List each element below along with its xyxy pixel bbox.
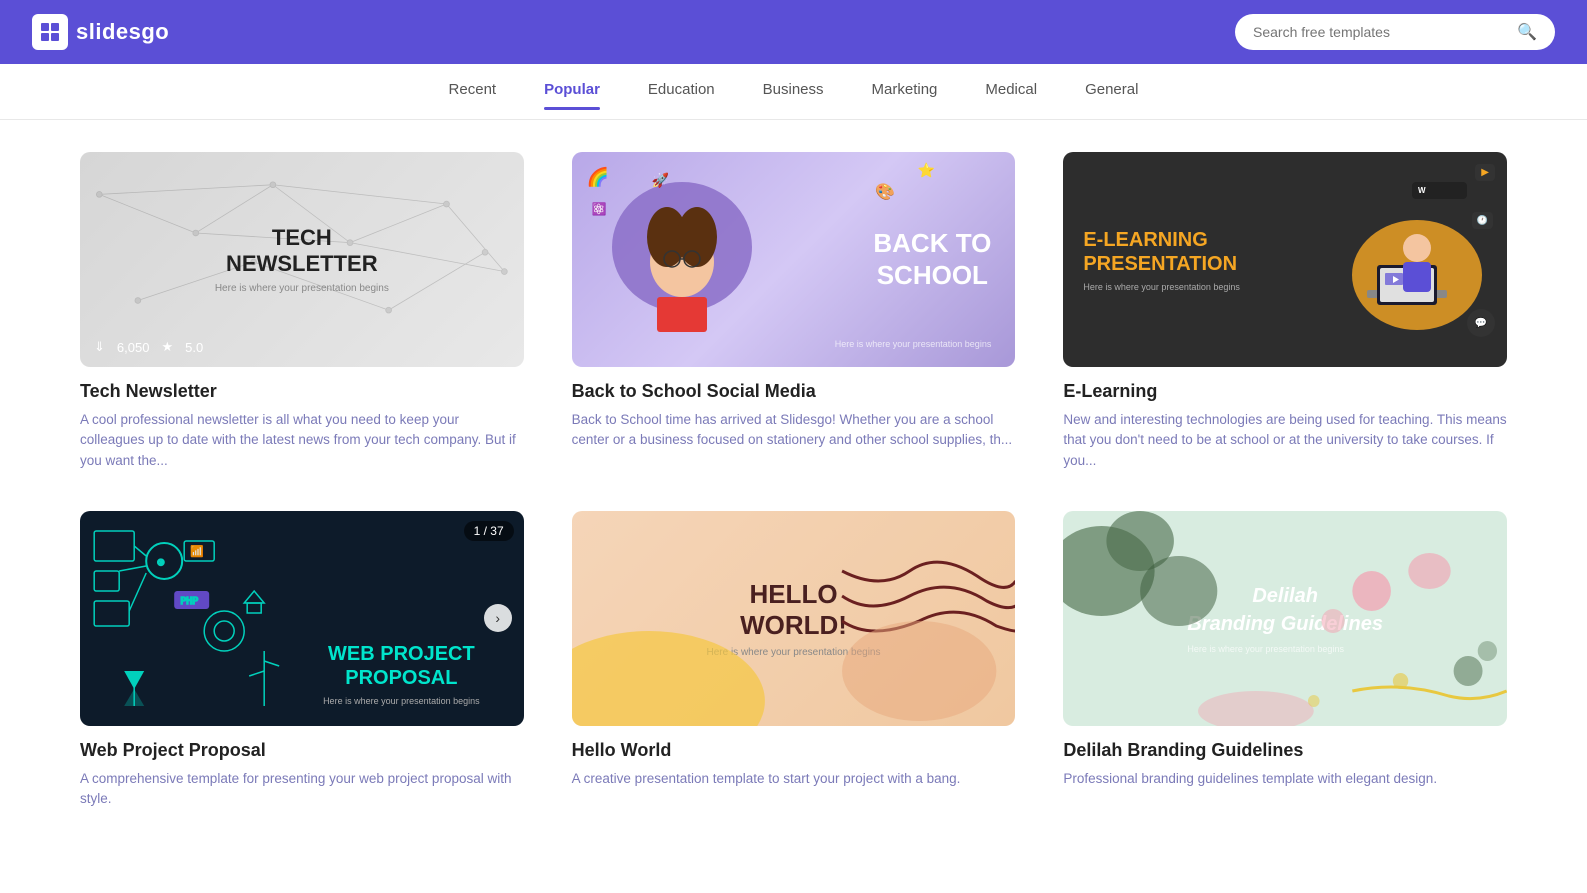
- card-desc-webproject: A comprehensive template for presenting …: [80, 769, 524, 810]
- logo[interactable]: slidesgo: [32, 14, 169, 50]
- card-thumbnail-branding: DelilahBranding Guidelines Here is where…: [1063, 511, 1507, 726]
- nav-bar: Recent Popular Education Business Market…: [0, 64, 1587, 120]
- card-branding[interactable]: DelilahBranding Guidelines Here is where…: [1063, 511, 1507, 810]
- card-title-helloworld: Hello World: [572, 740, 1016, 761]
- bts-thumb-title: BACK TOSCHOOL: [873, 228, 991, 290]
- rating-value: 5.0: [185, 340, 203, 355]
- search-bar[interactable]: 🔍: [1235, 14, 1555, 50]
- card-tech-newsletter[interactable]: TECHNEWSLETTER Here is where your presen…: [80, 152, 524, 471]
- card-thumbnail-tech: TECHNEWSLETTER Here is where your presen…: [80, 152, 524, 367]
- card-thumbnail-helloworld: HELLOWORLD! Here is where your presentat…: [572, 511, 1016, 726]
- nav-item-medical[interactable]: Medical: [985, 81, 1037, 102]
- content-area: TECHNEWSLETTER Here is where your presen…: [0, 120, 1587, 841]
- download-count: 6,050: [117, 340, 150, 355]
- card-desc-elearning: New and interesting technologies are bei…: [1063, 410, 1507, 471]
- star-icon: ★: [161, 339, 173, 355]
- webproject-thumb-subtitle: Here is where your presentation begins: [323, 696, 480, 706]
- svg-text:PHP: PHP: [180, 596, 198, 607]
- search-input[interactable]: [1253, 24, 1509, 40]
- svg-text:⊙: ⊙: [157, 555, 164, 569]
- card-title-branding: Delilah Branding Guidelines: [1063, 740, 1507, 761]
- nav-item-general[interactable]: General: [1085, 81, 1138, 102]
- bts-thumb-subtitle: Here is where your presentation begins: [835, 339, 992, 349]
- card-title-bts: Back to School Social Media: [572, 381, 1016, 402]
- card-thumbnail-webproject: ⊙ 📶: [80, 511, 524, 726]
- elearning-thumb-title: E-LEARNINGPRESENTATION: [1083, 228, 1317, 276]
- card-desc-branding: Professional branding guidelines templat…: [1063, 769, 1507, 789]
- card-title-tech: Tech Newsletter: [80, 381, 524, 402]
- logo-icon: [32, 14, 68, 50]
- template-grid: TECHNEWSLETTER Here is where your presen…: [80, 152, 1507, 809]
- card-thumbnail-bts: 🌈 🚀 ⭐ ⚛️ 🎨 BACK TOSCHOOL Here is where y…: [572, 152, 1016, 367]
- tech-thumb-subtitle: Here is where your presentation begins: [215, 283, 389, 294]
- card-title-webproject: Web Project Proposal: [80, 740, 524, 761]
- card-back-to-school[interactable]: 🌈 🚀 ⭐ ⚛️ 🎨 BACK TOSCHOOL Here is where y…: [572, 152, 1016, 471]
- svg-text:📶: 📶: [190, 545, 204, 558]
- card-badge-webproject: 1 / 37: [464, 521, 514, 541]
- tech-thumb-title: TECHNEWSLETTER: [215, 225, 389, 278]
- download-icon: ⇓: [94, 339, 105, 355]
- card-web-project[interactable]: ⊙ 📶: [80, 511, 524, 810]
- nav-item-recent[interactable]: Recent: [449, 81, 497, 102]
- card-stats-tech: ⇓ 6,050 ★ 5.0: [94, 339, 203, 355]
- card-desc-bts: Back to School time has arrived at Slide…: [572, 410, 1016, 451]
- elearning-thumb-subtitle: Here is where your presentation begins: [1083, 282, 1317, 292]
- nav-item-business[interactable]: Business: [763, 81, 824, 102]
- nav-item-marketing[interactable]: Marketing: [872, 81, 938, 102]
- card-thumbnail-elearning: E-LEARNINGPRESENTATION Here is where you…: [1063, 152, 1507, 367]
- nav-item-popular[interactable]: Popular: [544, 81, 600, 102]
- card-hello-world[interactable]: HELLOWORLD! Here is where your presentat…: [572, 511, 1016, 810]
- logo-text: slidesgo: [76, 19, 169, 45]
- webproject-thumb-title: WEB PROJECTPROPOSAL: [323, 642, 480, 690]
- header: slidesgo 🔍: [0, 0, 1587, 64]
- card-title-elearning: E-Learning: [1063, 381, 1507, 402]
- search-icon: 🔍: [1517, 22, 1537, 42]
- card-nav-arrow[interactable]: ›: [484, 604, 512, 632]
- card-elearning[interactable]: E-LEARNINGPRESENTATION Here is where you…: [1063, 152, 1507, 471]
- card-desc-tech: A cool professional newsletter is all wh…: [80, 410, 524, 471]
- nav-item-education[interactable]: Education: [648, 81, 715, 102]
- card-desc-helloworld: A creative presentation template to star…: [572, 769, 1016, 789]
